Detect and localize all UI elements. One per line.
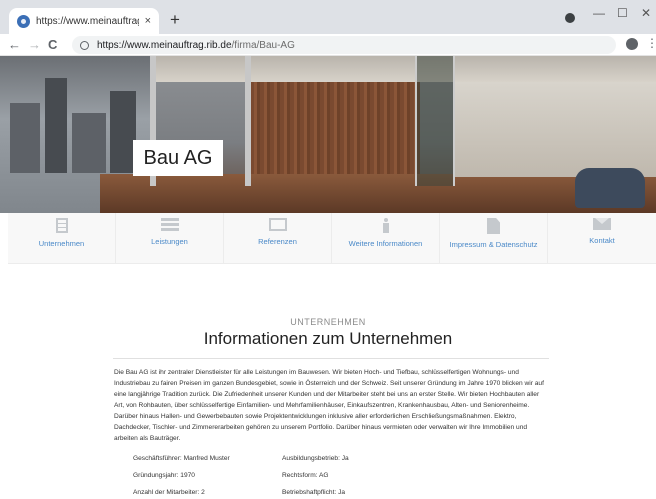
section-nav: Unternehmen Leistungen Referenzen Weiter…: [8, 213, 656, 264]
hero-banner: Bau AG: [0, 56, 656, 213]
hero-wood-wall: [250, 82, 420, 182]
fact-liability-insurance: Betriebshaftpflicht: Ja: [282, 489, 346, 496]
section-kicker: UNTERNEHMEN: [290, 317, 366, 327]
site-info-icon[interactable]: [80, 40, 89, 50]
new-tab-button[interactable]: +: [170, 10, 180, 30]
maximize-button[interactable]: ☐: [617, 6, 628, 20]
nav-item-kontakt[interactable]: Kontakt: [548, 213, 656, 264]
nav-item-unternehmen[interactable]: Unternehmen: [8, 213, 116, 264]
back-button[interactable]: ←: [8, 37, 21, 53]
nav-item-impressum[interactable]: Impressum & Datenschutz: [440, 213, 548, 264]
reload-button[interactable]: C: [48, 37, 57, 53]
nav-item-label: Referenzen: [258, 237, 297, 246]
info-icon: [382, 218, 389, 233]
section-heading: Informationen zum Unternehmen: [203, 329, 453, 348]
forward-button[interactable]: →: [28, 37, 41, 53]
hero-building-shape: [72, 113, 106, 173]
building-icon: [55, 218, 68, 233]
fact-founded: Gründungsjahr: 1970: [133, 472, 195, 479]
nav-item-referenzen[interactable]: Referenzen: [224, 213, 332, 264]
hero-building-shape: [10, 103, 40, 173]
fact-training: Ausbildungsbetrieb: Ja: [282, 455, 349, 462]
extension-icon[interactable]: [565, 13, 575, 23]
nav-item-weitere-informationen[interactable]: Weitere Informationen: [332, 213, 440, 264]
nav-item-label: Weitere Informationen: [348, 239, 423, 248]
divider: [113, 358, 549, 359]
hero-interior: [455, 82, 656, 177]
mail-icon: [593, 218, 611, 230]
address-bar[interactable]: https://www.meinauftrag.rib.de/firma/Bau…: [72, 36, 616, 54]
account-icon[interactable]: [626, 38, 638, 50]
nav-item-label: Leistungen: [151, 237, 188, 246]
list-icon: [160, 218, 179, 231]
browser-tab[interactable]: https://www.meinauftrag.rib.de/fi ×: [9, 8, 159, 34]
hero-building-shape: [45, 78, 67, 173]
url-host: https://www.meinauftrag.rib.de: [97, 39, 232, 51]
nav-item-label: Impressum & Datenschutz: [449, 240, 538, 249]
fact-ceo: Geschäftsführer: Manfred Muster: [133, 455, 230, 462]
nav-item-label: Unternehmen: [38, 239, 85, 248]
browser-menu-icon[interactable]: ⋮: [646, 36, 656, 50]
site-favicon-icon: [17, 14, 30, 28]
url-path: /firma/Bau-AG: [231, 39, 295, 51]
tab-title: https://www.meinauftrag.rib.de/fi: [36, 15, 139, 27]
close-window-button[interactable]: ✕: [641, 6, 651, 20]
fact-employees: Anzahl der Mitarbeiter: 2: [133, 489, 205, 496]
hero-wood-floor: [100, 174, 656, 213]
nav-item-leistungen[interactable]: Leistungen: [116, 213, 224, 264]
nav-item-label: Kontakt: [589, 236, 615, 245]
minimize-button[interactable]: —: [593, 6, 605, 20]
hero-glass-door: [415, 56, 455, 186]
document-icon: [487, 218, 500, 234]
company-description: Die Bau AG ist ihr zentraler Dienstleist…: [114, 369, 544, 442]
browser-toolbar: ← → C https://www.meinauftrag.rib.de/fir…: [0, 34, 656, 56]
hero-ceiling: [150, 56, 656, 82]
image-icon: [268, 218, 287, 231]
close-tab-icon[interactable]: ×: [145, 15, 151, 27]
hero-chair: [575, 168, 645, 208]
company-name: Bau AG: [133, 140, 223, 176]
url-text: https://www.meinauftrag.rib.de/firma/Bau…: [97, 40, 295, 51]
hero-pillar: [245, 56, 251, 186]
fact-legal-form: Rechtsform: AG: [282, 472, 329, 479]
browser-tab-bar: https://www.meinauftrag.rib.de/fi × + — …: [0, 0, 656, 34]
